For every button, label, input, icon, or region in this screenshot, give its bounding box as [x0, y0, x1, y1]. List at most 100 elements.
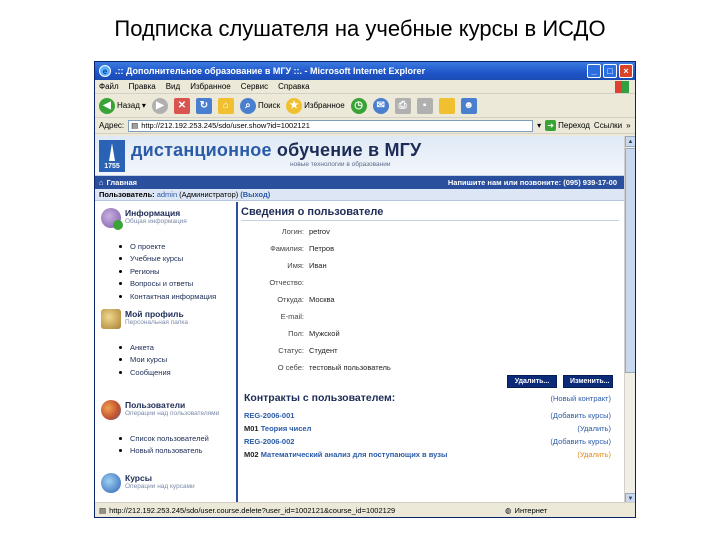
window-titlebar[interactable]: e .:: Дополнительное образование в МГУ :… [95, 62, 635, 80]
menu-edit[interactable]: Правка [129, 82, 156, 91]
field-row-login: Логин: petrov [281, 227, 330, 236]
sidebar-section-title[interactable]: Мой профиль [125, 309, 188, 319]
site-navbar: ⌂ Главная Напишите нам или позвоните: (0… [95, 176, 625, 189]
module-code: M01 [244, 424, 259, 433]
scroll-thumb[interactable] [625, 148, 635, 373]
field-row-patronymic: Отчество: [269, 278, 304, 287]
chevron-right-icon[interactable]: » [626, 121, 630, 130]
main-panel: Сведения о пользователе Логин: petrov Фам… [241, 202, 619, 504]
ie-icon: e [99, 65, 111, 77]
remove-module-link-hover[interactable]: (Удалить) [577, 450, 611, 459]
maximize-button[interactable]: □ [603, 64, 617, 78]
page-icon: ▤ [131, 121, 139, 130]
field-row-lastname: Фамилия: Петров [270, 244, 335, 253]
module-name-link[interactable]: Теория чисел [261, 424, 312, 433]
address-value: http://212.192.253.245/sdo/user.show?id=… [141, 121, 310, 130]
menu-help[interactable]: Справка [278, 82, 309, 91]
links-label[interactable]: Ссылки [594, 121, 622, 130]
user-name-link[interactable]: admin [157, 190, 177, 199]
msu-logo[interactable]: 1755 [99, 140, 125, 172]
minimize-button[interactable]: _ [587, 64, 601, 78]
sidebar-section-users: Пользователи Операции над пользователями… [95, 394, 236, 467]
close-button[interactable]: × [619, 64, 633, 78]
address-label: Адрес: [99, 121, 125, 130]
address-dropdown-icon[interactable]: ▾ [537, 121, 541, 130]
module-code: M02 [244, 450, 259, 459]
sidebar-section-title[interactable]: Пользователи [125, 400, 219, 410]
menu-view[interactable]: Вид [166, 82, 180, 91]
search-label: Поиск [257, 101, 281, 110]
user-label: Пользователь: [99, 190, 155, 199]
user-bar: Пользователь: admin (Администратор) (Вых… [95, 189, 625, 201]
refresh-icon[interactable]: ↻ [195, 97, 212, 114]
page-title: Сведения о пользователе [241, 206, 619, 221]
favorites-button[interactable]: ★ Избранное [286, 97, 345, 114]
edit-user-button[interactable]: Изменить... [563, 375, 613, 388]
scroll-up-icon[interactable]: ▲ [625, 136, 635, 147]
add-courses-link[interactable]: (Добавить курсы) [550, 411, 611, 420]
sidebar-item-messages[interactable]: Сообщения [119, 366, 236, 379]
sidebar-item-courses[interactable]: Учебные курсы [119, 253, 236, 266]
home-icon[interactable]: ⌂ [217, 97, 234, 114]
back-label: Назад [117, 101, 140, 110]
star-icon: ★ [286, 97, 303, 114]
sidebar-section-subtitle: Общая информация [125, 218, 187, 225]
sidebar-section-title[interactable]: Курсы [125, 473, 195, 483]
menu-tools[interactable]: Сервис [241, 82, 268, 91]
vertical-scrollbar[interactable]: ▲ ▼ [624, 136, 635, 504]
messenger-icon[interactable]: ☻ [460, 97, 477, 114]
add-courses-link[interactable]: (Добавить курсы) [550, 437, 611, 446]
courses-icon [101, 473, 121, 493]
contract-code-link[interactable]: REG-2006-001 [244, 411, 294, 420]
contracts-section: Контракты с пользователем: (Новый контра… [241, 392, 619, 461]
action-buttons: Удалить... Изменить... [241, 375, 613, 388]
logo-year: 1755 [104, 163, 120, 170]
sidebar-item-faq[interactable]: Вопросы и ответы [119, 278, 236, 291]
sidebar-section-title[interactable]: Информация [125, 208, 187, 218]
edit-icon[interactable]: ▪ [416, 97, 433, 114]
slide-title: Подписка слушателя на учебные курсы в ИС… [114, 16, 606, 41]
contract-row: REG-2006-001 (Добавить курсы) [241, 409, 619, 422]
search-button[interactable]: ⌕ Поиск [239, 97, 281, 114]
sidebar-item-about[interactable]: О проекте [119, 240, 236, 253]
sidebar-section-subtitle: Операции над курсами [125, 483, 195, 490]
forward-arrow-icon[interactable]: ▶ [151, 97, 168, 114]
field-row-firstname: Имя: Иван [287, 261, 327, 270]
menu-file[interactable]: Файл [99, 82, 119, 91]
windows-flag-icon [615, 81, 629, 93]
delete-user-button[interactable]: Удалить... [507, 375, 557, 388]
folder-icon[interactable] [438, 97, 455, 114]
field-row-from: Откуда: Москва [277, 295, 335, 304]
go-button[interactable]: ➜ Переход [545, 120, 590, 131]
menu-favorites[interactable]: Избранное [190, 82, 231, 91]
sidebar-item-user-list[interactable]: Список пользователей [119, 432, 236, 445]
sidebar: Информация Общая информация О проекте Уч… [95, 202, 238, 504]
users-icon [101, 400, 121, 420]
contract-row: REG-2006-002 (Добавить курсы) [241, 435, 619, 448]
contracts-title: Контракты с пользователем: [244, 392, 396, 404]
address-input[interactable]: ▤ http://212.192.253.245/sdo/user.show?i… [128, 119, 534, 132]
logout-link[interactable]: (Выход) [240, 190, 270, 199]
sidebar-item-my-courses[interactable]: Мои курсы [119, 354, 236, 367]
page-status-icon: ▤ [99, 505, 107, 515]
mail-icon[interactable]: ✉ [372, 97, 389, 114]
remove-module-link[interactable]: (Удалить) [577, 424, 611, 433]
print-icon[interactable]: ⎙ [394, 97, 411, 114]
sidebar-item-new-user[interactable]: Новый пользователь [119, 445, 236, 458]
nav-home[interactable]: Главная [107, 178, 138, 187]
new-contract-link[interactable]: (Новый контракт) [551, 394, 612, 403]
go-label: Переход [558, 121, 590, 130]
sidebar-item-contacts[interactable]: Контактная информация [119, 290, 236, 303]
zone-label: Интернет [514, 505, 548, 515]
sidebar-item-regions[interactable]: Регионы [119, 265, 236, 278]
stop-icon[interactable]: ✕ [173, 97, 190, 114]
user-fields: Логин: petrov Фамилия: Петров Имя: Иван Отч… [241, 223, 619, 376]
back-button[interactable]: ◀ Назад ▾ [99, 97, 146, 114]
module-name-link[interactable]: Математический анализ для поступающих в … [261, 450, 448, 459]
sidebar-section-courses: Курсы Операции над курсами [95, 467, 236, 493]
contract-code-link[interactable]: REG-2006-002 [244, 437, 294, 446]
history-icon[interactable]: ◷ [350, 97, 367, 114]
menu-bar: Файл Правка Вид Избранное Сервис Справка [95, 80, 635, 94]
sidebar-item-questionnaire[interactable]: Анкета [119, 341, 236, 354]
toolbar: ◀ Назад ▾ ▶ ✕ ↻ ⌂ ⌕ Поиск ★ Избранное ◷ … [95, 94, 635, 118]
